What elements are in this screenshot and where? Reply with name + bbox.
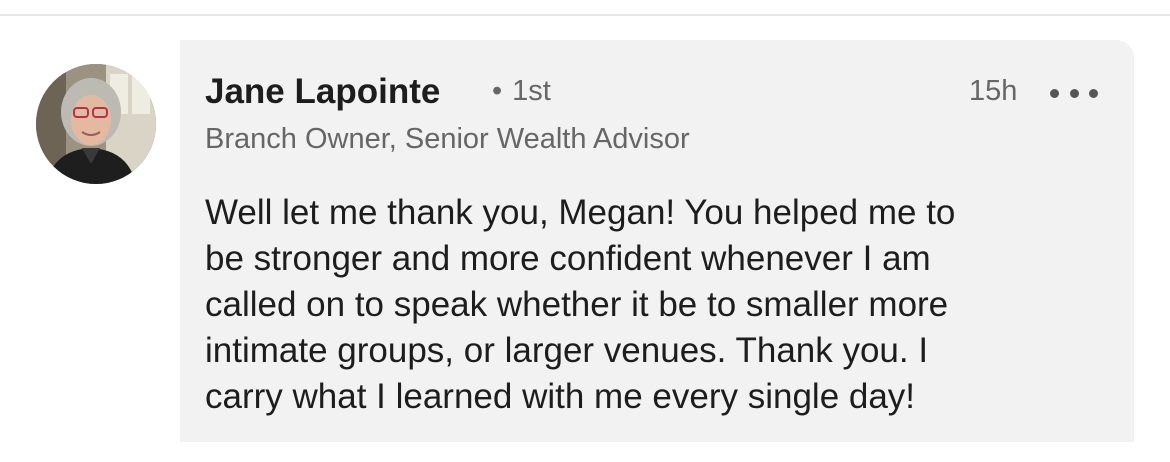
author-headline: Branch Owner, Senior Wealth Advisor	[205, 123, 690, 155]
divider	[0, 14, 1170, 16]
author-name[interactable]: Jane Lapointe	[205, 72, 440, 112]
timestamp: 15h	[969, 75, 1018, 107]
comment-bubble: Jane Lapointe • 1st 15h Branch Owner, Sen…	[180, 40, 1134, 442]
more-horizontal-icon[interactable]	[1050, 80, 1098, 106]
more-dot	[1069, 88, 1079, 98]
degree-label: 1st	[512, 75, 551, 107]
connection-degree: • 1st	[492, 75, 551, 108]
comment-text: Well let me thank you, Megan! You helped…	[205, 193, 956, 416]
avatar-photo	[36, 64, 156, 184]
degree-separator: •	[492, 75, 503, 107]
comment-thread: Jane Lapointe • 1st 15h Branch Owner, Sen…	[0, 0, 1170, 462]
more-dot	[1089, 88, 1098, 98]
more-dot	[1050, 88, 1059, 98]
avatar[interactable]	[36, 64, 156, 184]
